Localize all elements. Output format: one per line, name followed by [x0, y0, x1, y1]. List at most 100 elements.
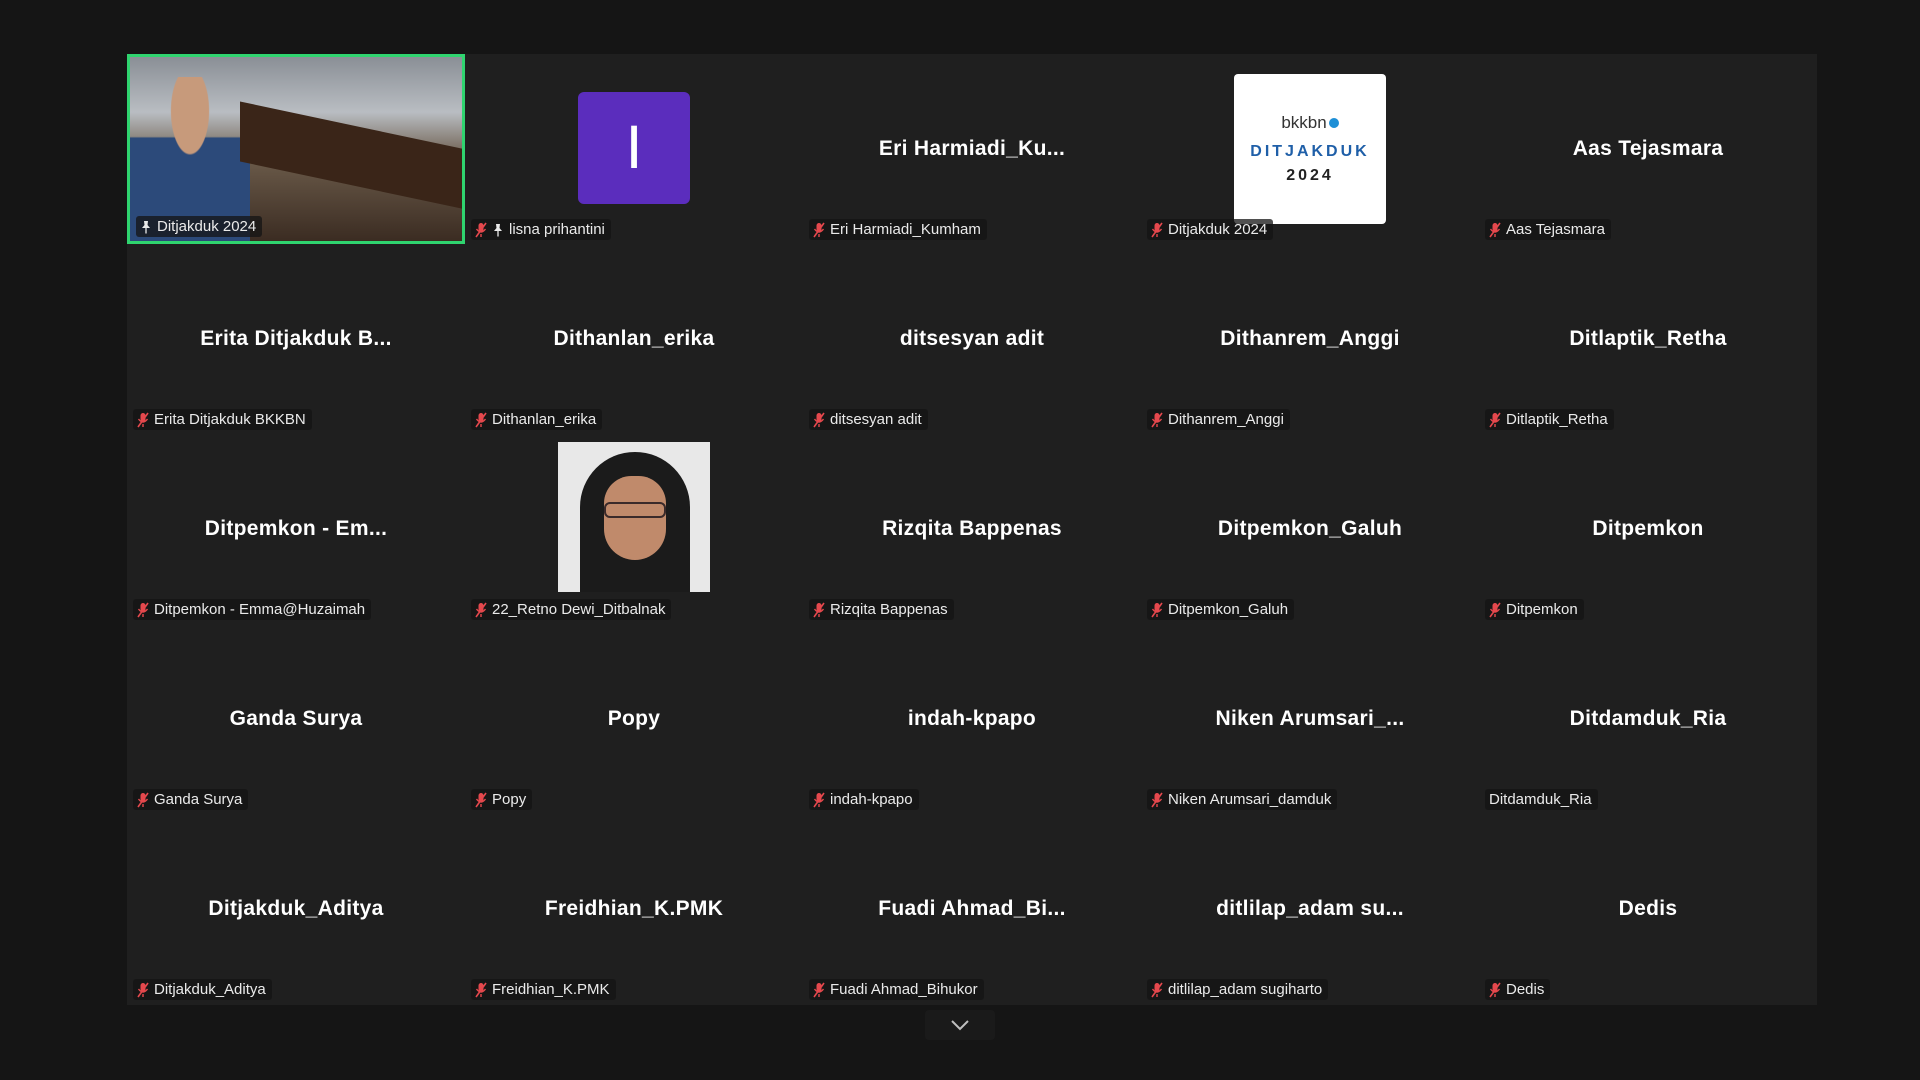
participant-name: Ganda Surya: [154, 791, 243, 808]
participant-name-label: Ditdamduk_Ria: [1485, 789, 1598, 810]
avatar: I: [578, 92, 690, 204]
participant-tile[interactable]: Rizqita Bappenas Rizqita Bappenas: [803, 434, 1141, 624]
mic-off-icon: [137, 792, 149, 808]
participant-tile[interactable]: Aas Tejasmara Aas Tejasmara: [1479, 54, 1817, 244]
mic-off-icon: [475, 412, 487, 428]
participant-tile[interactable]: Ganda Surya Ganda Surya: [127, 624, 465, 814]
participant-tile[interactable]: bkkbn DITJAKDUK 2024 Ditjakduk 2024: [1141, 54, 1479, 244]
scroll-down-button[interactable]: [925, 1010, 995, 1040]
participant-name-label: Ditpemkon: [1485, 599, 1584, 620]
participant-tile[interactable]: 22_Retno Dewi_Ditbalnak: [465, 434, 803, 624]
participant-name: Rizqita Bappenas: [830, 601, 948, 618]
mic-off-icon: [475, 982, 487, 998]
mic-off-icon: [1151, 222, 1163, 238]
participant-tile[interactable]: Ditdamduk_Ria Ditdamduk_Ria: [1479, 624, 1817, 814]
participant-tile[interactable]: Popy Popy: [465, 624, 803, 814]
participant-name-label: Aas Tejasmara: [1485, 219, 1611, 240]
participant-tile[interactable]: Erita Ditjakduk B... Erita Ditjakduk BKKB…: [127, 244, 465, 434]
participant-name-label: Popy: [471, 789, 533, 810]
participant-name: Popy: [492, 791, 527, 808]
mic-off-icon: [475, 222, 487, 238]
participant-tile[interactable]: Ditjakduk_Aditya Ditjakduk_Aditya: [127, 814, 465, 1004]
participant-display-name: Freidhian_K.PMK: [544, 897, 724, 920]
mic-off-icon: [1489, 602, 1501, 618]
participant-tile[interactable]: Niken Arumsari_... Niken Arumsari_damduk: [1141, 624, 1479, 814]
participant-name-label: Erita Ditjakduk BKKBN: [133, 409, 312, 430]
participant-name-label: Rizqita Bappenas: [809, 599, 954, 620]
participant-tile[interactable]: ditlilap_adam su... ditlilap_adam sugihar…: [1141, 814, 1479, 1004]
participant-name-label: Ditpemkon_Galuh: [1147, 599, 1295, 620]
mic-off-icon: [1151, 982, 1163, 998]
participant-tile[interactable]: Ditjakduk 2024: [127, 54, 465, 244]
participant-name: Ditpemkon: [1506, 601, 1578, 618]
participant-name: Ditjakduk_Aditya: [154, 981, 266, 998]
participant-name: 22_Retno Dewi_Ditbalnak: [492, 601, 666, 618]
participant-name: Ditpemkon - Emma@Huzaimah: [154, 601, 366, 618]
participant-display-name: Ditdamduk_Ria: [1569, 707, 1727, 730]
participant-display-name: Dithanrem_Anggi: [1220, 327, 1400, 350]
participant-display-name: Eri Harmiadi_Ku...: [878, 137, 1066, 160]
participant-display-name: indah-kpapo: [907, 707, 1037, 730]
participant-name: ditsesyan adit: [830, 411, 922, 428]
organization-logo: bkkbn DITJAKDUK 2024: [1234, 74, 1386, 224]
participant-name: Ditjakduk 2024: [157, 218, 257, 235]
participant-display-name: Dithanlan_erika: [553, 327, 715, 350]
participant-tile[interactable]: indah-kpapo indah-kpapo: [803, 624, 1141, 814]
participant-tile[interactable]: Dithanlan_erika Dithanlan_erika: [465, 244, 803, 434]
participant-name-label: Ganda Surya: [133, 789, 249, 810]
participant-display-name: Erita Ditjakduk B...: [200, 327, 392, 350]
pin-icon: [140, 220, 152, 234]
participant-name-label: Niken Arumsari_damduk: [1147, 789, 1338, 810]
participant-tile[interactable]: ditsesyan adit ditsesyan adit: [803, 244, 1141, 434]
participant-name-label: 22_Retno Dewi_Ditbalnak: [471, 599, 672, 620]
logo-year: 2024: [1286, 167, 1334, 184]
participant-name: ditlilap_adam sugiharto: [1168, 981, 1323, 998]
profile-photo: [558, 442, 710, 592]
mic-off-icon: [1489, 412, 1501, 428]
participant-name: Freidhian_K.PMK: [492, 981, 610, 998]
participant-display-name: ditsesyan adit: [899, 327, 1045, 350]
participant-tile[interactable]: Ditlaptik_Retha Ditlaptik_Retha: [1479, 244, 1817, 434]
participant-display-name: Dedis: [1618, 897, 1678, 920]
participant-tile[interactable]: Fuadi Ahmad_Bi... Fuadi Ahmad_Bihukor: [803, 814, 1141, 1004]
mic-off-icon: [813, 222, 825, 238]
participant-name-label: ditlilap_adam sugiharto: [1147, 979, 1329, 1000]
mic-off-icon: [813, 412, 825, 428]
participant-display-name: Ditjakduk_Aditya: [208, 897, 384, 920]
participant-display-name: Ganda Surya: [229, 707, 363, 730]
mic-off-icon: [137, 412, 149, 428]
participant-name: Ditdamduk_Ria: [1489, 791, 1592, 808]
mic-off-icon: [1151, 602, 1163, 618]
participant-name: Dithanrem_Anggi: [1168, 411, 1284, 428]
mic-off-icon: [1151, 412, 1163, 428]
mic-off-icon: [813, 792, 825, 808]
participant-name-label: Ditlaptik_Retha: [1485, 409, 1614, 430]
participant-name: Eri Harmiadi_Kumham: [830, 221, 981, 238]
mic-off-icon: [137, 602, 149, 618]
participant-name-label: Fuadi Ahmad_Bihukor: [809, 979, 984, 1000]
participant-display-name: ditlilap_adam su...: [1216, 897, 1404, 920]
participant-display-name: Ditpemkon - Em...: [204, 517, 388, 540]
participant-name: Erita Ditjakduk BKKBN: [154, 411, 306, 428]
participant-display-name: Ditpemkon: [1592, 517, 1704, 540]
participant-tile[interactable]: Ditpemkon_Galuh Ditpemkon_Galuh: [1141, 434, 1479, 624]
mic-off-icon: [813, 602, 825, 618]
participant-name: indah-kpapo: [830, 791, 913, 808]
logo-dot-icon: [1328, 118, 1339, 128]
participant-name-label: Dedis: [1485, 979, 1551, 1000]
participant-display-name: Fuadi Ahmad_Bi...: [878, 897, 1066, 920]
participant-tile[interactable]: Eri Harmiadi_Ku... Eri Harmiadi_Kumham: [803, 54, 1141, 244]
participant-tile[interactable]: Freidhian_K.PMK Freidhian_K.PMK: [465, 814, 803, 1004]
participant-tile[interactable]: Dedis Dedis: [1479, 814, 1817, 1004]
mic-off-icon: [475, 792, 487, 808]
participant-tile[interactable]: Ditpemkon - Em... Ditpemkon - Emma@Huzaim…: [127, 434, 465, 624]
participant-name: Ditpemkon_Galuh: [1168, 601, 1289, 618]
participant-name: Fuadi Ahmad_Bihukor: [830, 981, 978, 998]
participant-name: Ditjakduk 2024: [1168, 221, 1268, 238]
mic-off-icon: [475, 602, 487, 618]
participant-name-label: Ditjakduk 2024: [1147, 219, 1274, 240]
participant-tile[interactable]: Ditpemkon Ditpemkon: [1479, 434, 1817, 624]
participant-tile[interactable]: Dithanrem_Anggi Dithanrem_Anggi: [1141, 244, 1479, 434]
mic-off-icon: [813, 982, 825, 998]
participant-tile[interactable]: Ilisna prihantini: [465, 54, 803, 244]
